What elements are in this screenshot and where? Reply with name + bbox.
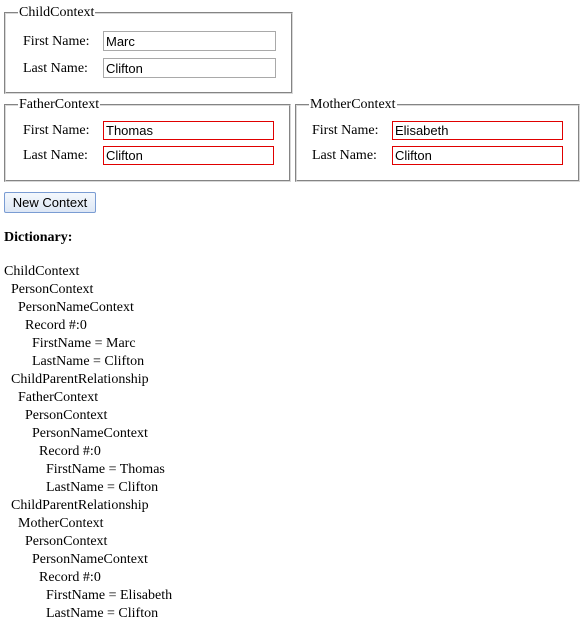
dictionary-title: Dictionary: — [4, 230, 73, 245]
child-context-group: ChildContext First Name: Last Name: — [4, 4, 293, 94]
dictionary-line: FirstName = Elisabeth — [4, 588, 173, 603]
mother-last-name-label: Last Name: — [312, 148, 377, 163]
mother-last-name-input[interactable] — [392, 146, 563, 165]
mother-first-name-input[interactable] — [392, 121, 563, 140]
father-last-name-input[interactable] — [103, 146, 274, 165]
dictionary-list: ChildContext PersonContext PersonNameCon… — [4, 263, 172, 623]
dictionary-line: LastName = Clifton — [4, 354, 145, 369]
father-context-legend: FatherContext — [18, 96, 101, 114]
dictionary-line: ChildContext — [4, 264, 80, 279]
dictionary-line: PersonNameContext — [4, 426, 148, 441]
mother-context-legend: MotherContext — [309, 96, 397, 114]
dictionary-line: PersonNameContext — [4, 552, 148, 567]
child-first-name-label: First Name: — [23, 34, 90, 49]
dictionary-line: FatherContext — [4, 390, 99, 405]
father-last-name-label: Last Name: — [23, 148, 88, 163]
father-first-name-label: First Name: — [23, 123, 90, 138]
dictionary-line: PersonContext — [4, 408, 108, 423]
child-last-name-label: Last Name: — [23, 61, 88, 76]
dictionary-line: PersonNameContext — [4, 300, 134, 315]
dictionary-line: Record #:0 — [4, 444, 101, 459]
dictionary-line: FirstName = Marc — [4, 336, 136, 351]
mother-first-name-label: First Name: — [312, 123, 379, 138]
dictionary-line: ChildParentRelationship — [4, 498, 149, 513]
dictionary-line: FirstName = Thomas — [4, 462, 165, 477]
dictionary-line: PersonContext — [4, 534, 108, 549]
dictionary-line: Record #:0 — [4, 318, 87, 333]
father-context-group: FatherContext First Name: Last Name: — [4, 96, 291, 182]
dictionary-line: LastName = Clifton — [4, 606, 159, 621]
dictionary-line: Record #:0 — [4, 570, 101, 585]
child-context-legend: ChildContext — [18, 4, 96, 22]
child-last-name-input[interactable] — [103, 58, 276, 78]
mother-context-group: MotherContext First Name: Last Name: — [295, 96, 580, 182]
new-context-button[interactable]: New Context — [4, 192, 96, 213]
dictionary-line: MotherContext — [4, 516, 104, 531]
dictionary-line: ChildParentRelationship — [4, 372, 149, 387]
dictionary-line: LastName = Clifton — [4, 480, 159, 495]
child-first-name-input[interactable] — [103, 31, 276, 51]
dictionary-line: PersonContext — [4, 282, 94, 297]
father-first-name-input[interactable] — [103, 121, 274, 140]
